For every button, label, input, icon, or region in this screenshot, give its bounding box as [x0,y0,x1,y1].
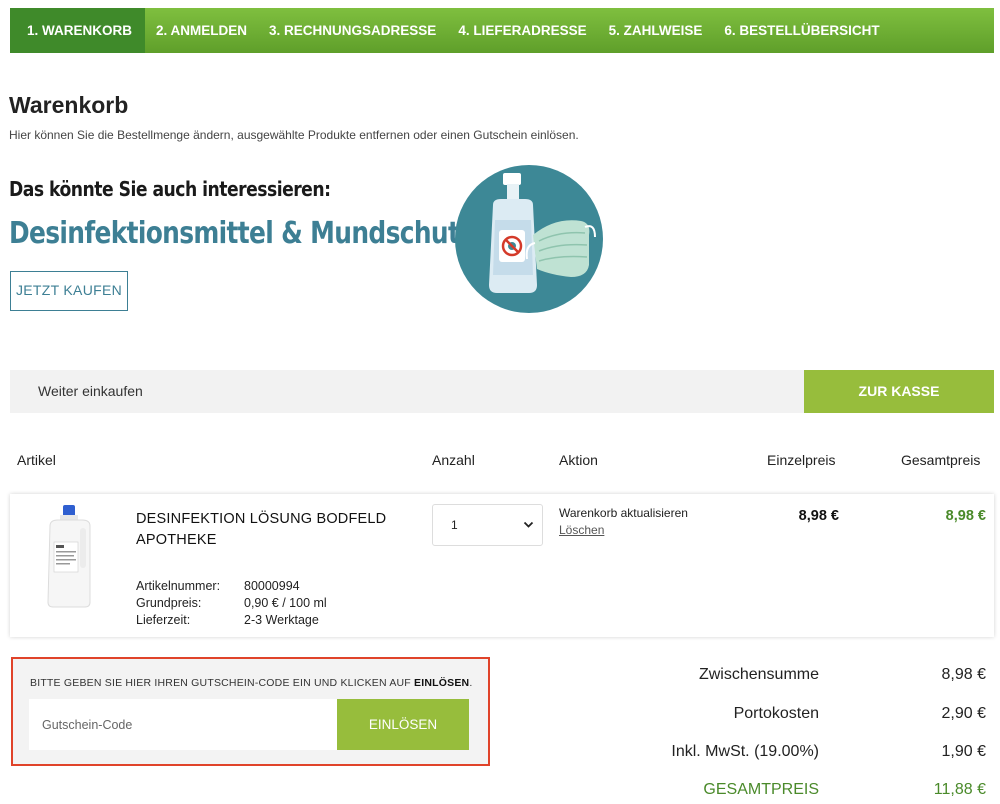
article-number-label: Artikelnummer: [136,579,221,593]
column-header-action: Aktion [559,452,598,468]
step-cart[interactable]: 1. WARENKORB [10,8,146,53]
coupon-box: BITTE GEBEN SIE HIER IHREN GUTSCHEIN-COD… [11,657,490,766]
coupon-hint-end: . [469,677,473,689]
quantity-value: 1 [451,518,458,532]
shipping-label: Portokosten [733,705,819,722]
quantity-select[interactable]: 1 [432,504,543,546]
step-login[interactable]: 2. ANMELDEN [145,8,258,53]
redeem-coupon-button[interactable]: EINLÖSEN [337,699,469,750]
article-number: 80000994 [244,579,300,593]
page-title: Warenkorb [9,92,129,118]
cart-action-bar: Weiter einkaufen ZUR KASSE [10,370,994,413]
page-description: Hier können Sie die Bestellmenge ändern,… [9,128,579,142]
subtotal-label: Zwischensumme [698,666,819,683]
coupon-hint-text: BITTE GEBEN SIE HIER IHREN GUTSCHEIN-COD… [30,677,415,689]
vat-value: 1,90 € [941,743,986,760]
grand-total-value: 11,88 € [933,781,986,798]
unit-price: 8,98 € [798,508,839,524]
continue-shopping-link[interactable]: Weiter einkaufen [38,370,143,413]
product-name[interactable]: DESINFEKTION LÖSUNG BODFELD APOTHEKE [136,509,416,551]
base-price: 0,90 € / 100 ml [244,596,327,610]
step-shipping-address[interactable]: 4. LIEFERADRESSE [447,8,597,53]
checkout-steps: 1. WARENKORB 2. ANMELDEN 3. RECHNUNGSADR… [10,8,994,53]
column-header-total-price: Gesamtpreis [901,452,981,468]
coupon-hint-bold: EINLÖSEN [414,677,470,689]
subtotal-value: 8,98 € [941,666,986,683]
cart-item-row: DESINFEKTION LÖSUNG BODFELD APOTHEKE Art… [10,494,994,637]
column-header-article: Artikel [17,452,56,468]
grand-total-label: GESAMTPREIS [703,781,819,798]
base-price-label: Grundpreis: [136,596,202,610]
banner-heading: Das könnte Sie auch interessieren: [9,177,331,201]
step-payment[interactable]: 5. ZAHLWEISE [598,8,714,53]
delete-link[interactable]: Löschen [559,523,604,537]
update-cart-link[interactable]: Warenkorb aktualisieren [559,506,688,520]
coupon-code-input[interactable] [29,699,337,750]
product-meta: Artikelnummer: 80000994 Grundpreis: 0,90… [136,578,327,629]
checkout-button[interactable]: ZUR KASSE [804,370,994,413]
step-order-overview[interactable]: 6. BESTELLÜBERSICHT [713,8,890,53]
sanitizer-mask-icon[interactable] [455,165,603,313]
step-billing-address[interactable]: 3. RECHNUNGSADRESSE [258,8,447,53]
shipping-value: 2,90 € [941,705,986,722]
vat-label: Inkl. MwSt. (19.00%) [671,743,819,760]
banner-subheading[interactable]: Desinfektionsmittel & Mundschutz [9,216,474,251]
coupon-hint: BITTE GEBEN SIE HIER IHREN GUTSCHEIN-COD… [30,677,472,689]
product-image[interactable] [44,504,94,608]
column-header-quantity: Anzahl [432,452,475,468]
delivery-time: 2-3 Werktage [244,613,319,627]
item-total-price: 8,98 € [945,508,986,524]
column-header-unit-price: Einzelpreis [767,452,836,468]
delivery-time-label: Lieferzeit: [136,613,191,627]
buy-now-button[interactable]: JETZT KAUFEN [10,271,128,311]
chevron-down-icon [523,505,534,562]
